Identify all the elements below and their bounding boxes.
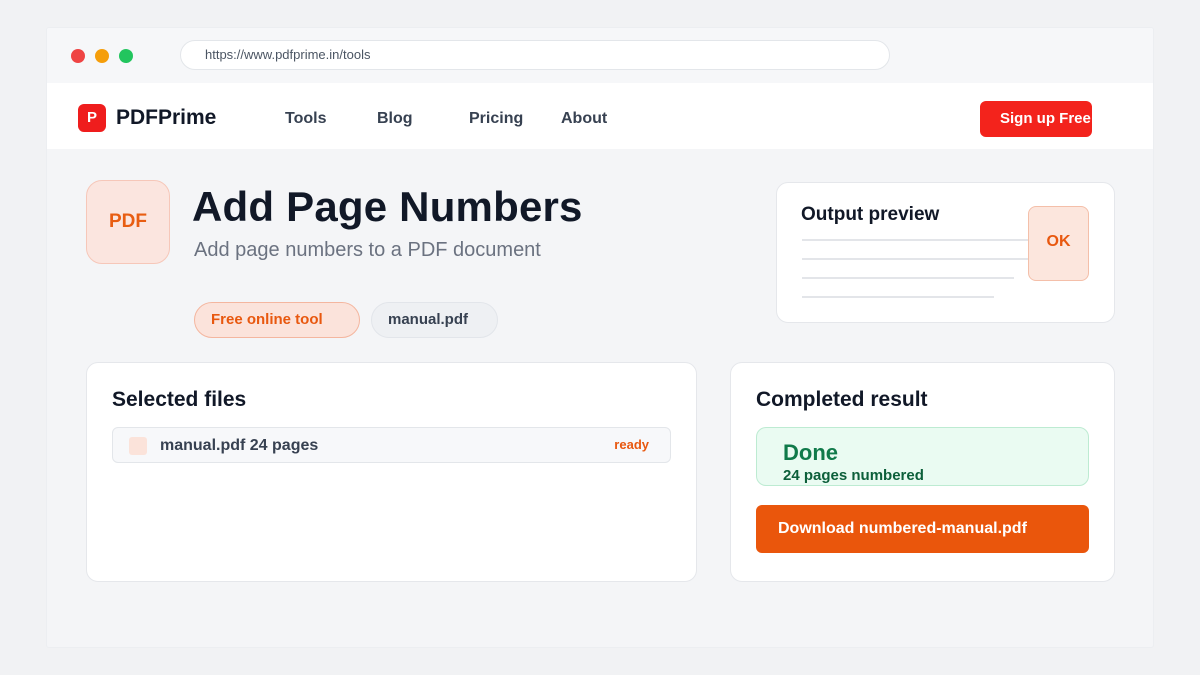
selected-files-card: Selected files manual.pdf 24 pages ready <box>86 362 697 582</box>
pdf-tool-icon: PDF <box>86 180 170 264</box>
nav-link-blog[interactable]: Blog <box>377 108 413 130</box>
download-button[interactable]: Download numbered-manual.pdf <box>756 505 1089 553</box>
success-status-title: Done <box>783 440 838 465</box>
success-status-detail: 24 pages numbered <box>783 467 924 484</box>
file-icon <box>129 437 147 455</box>
logo-icon[interactable]: P <box>78 104 106 132</box>
nav-link-about[interactable]: About <box>561 108 607 130</box>
signup-button[interactable]: Sign up Free <box>980 101 1092 137</box>
address-bar[interactable]: https://www.pdfprime.in/tools <box>180 40 890 70</box>
file-list-item-label: manual.pdf 24 pages <box>160 437 319 454</box>
success-status-box: Done 24 pages numbered <box>756 427 1089 486</box>
output-preview-title: Output preview <box>801 204 940 225</box>
file-name-chip: manual.pdf <box>371 302 498 338</box>
page-title: Add Page Numbers <box>192 183 583 230</box>
browser-chrome: https://www.pdfprime.in/tools <box>47 28 1153 83</box>
preview-text-line <box>802 277 1014 279</box>
preview-text-line <box>802 239 1034 241</box>
file-status-badge: ready <box>614 437 649 452</box>
brand-name[interactable]: PDFPrime <box>116 104 216 132</box>
completed-result-card: Completed result Done 24 pages numbered … <box>730 362 1115 582</box>
preview-text-line <box>802 296 994 298</box>
window-maximize-dot[interactable] <box>119 49 133 63</box>
completed-result-title: Completed result <box>756 388 928 411</box>
top-nav: P PDFPrime Tools Blog Pricing About Sign… <box>47 83 1153 149</box>
nav-link-tools[interactable]: Tools <box>285 108 326 130</box>
preview-text-line <box>802 258 1034 260</box>
page-number-badge: OK <box>1028 206 1089 281</box>
output-preview-card: Output preview OK <box>776 182 1115 323</box>
browser-window: https://www.pdfprime.in/tools P PDFPrime… <box>47 28 1153 647</box>
free-tool-badge: Free online tool <box>194 302 360 338</box>
window-close-dot[interactable] <box>71 49 85 63</box>
window-minimize-dot[interactable] <box>95 49 109 63</box>
file-list-item[interactable]: manual.pdf 24 pages ready <box>112 427 671 463</box>
nav-link-pricing[interactable]: Pricing <box>469 108 523 130</box>
selected-files-title: Selected files <box>112 388 247 411</box>
page-subtitle: Add page numbers to a PDF document <box>194 239 541 261</box>
